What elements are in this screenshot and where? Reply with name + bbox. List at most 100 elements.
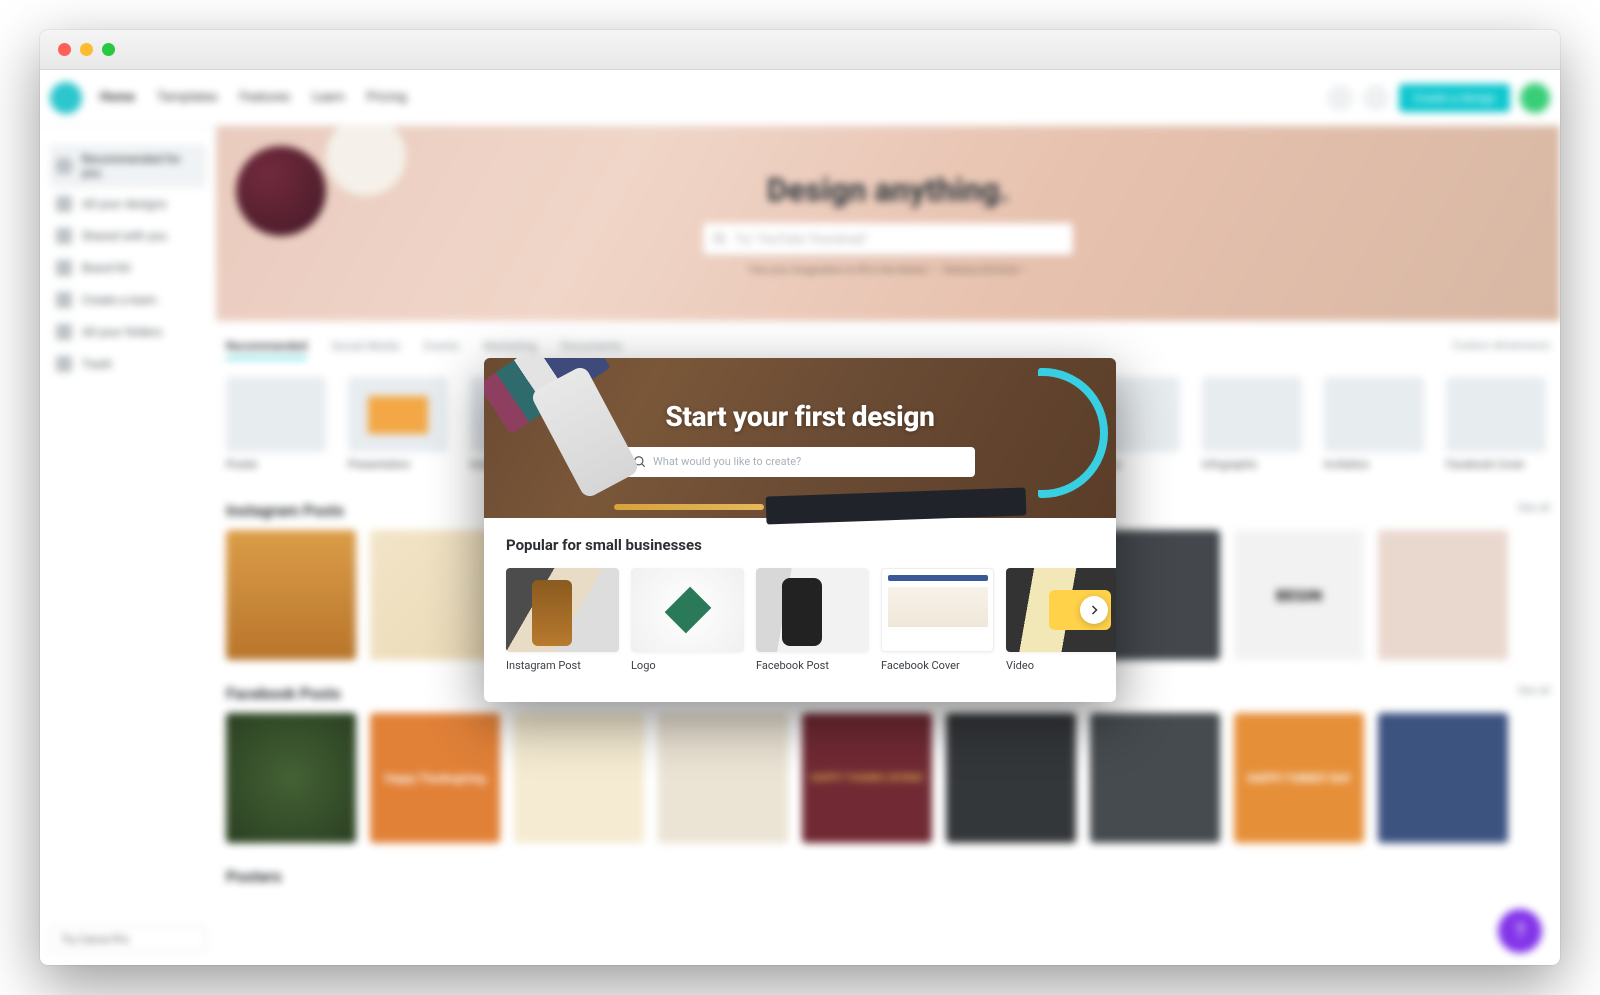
- see-all-link[interactable]: See all: [1518, 684, 1550, 703]
- sidebar-item-shared[interactable]: Shared with you: [50, 220, 206, 252]
- popular-card-logo[interactable]: Logo: [631, 568, 744, 672]
- nav-right: Create a design: [1327, 83, 1550, 113]
- nav-pricing[interactable]: Pricing: [367, 90, 407, 105]
- first-design-modal: Start your first design Popular for smal…: [484, 358, 1116, 702]
- sidebar-item-all-designs[interactable]: All your designs: [50, 188, 206, 220]
- custom-dimensions-link[interactable]: Custom dimensions: [1452, 339, 1550, 359]
- app-viewport: Home Templates Features Learn Pricing Cr…: [40, 70, 1560, 965]
- modal-hero: Start your first design: [484, 358, 1116, 518]
- tab-social-media[interactable]: Social Media: [331, 339, 400, 359]
- grid-icon: [56, 196, 72, 212]
- decor-pencil: [614, 504, 764, 510]
- template-card[interactable]: [946, 713, 1076, 843]
- template-card[interactable]: [1378, 713, 1508, 843]
- decor-phone: [529, 364, 640, 499]
- thumbnail-image: [348, 377, 448, 452]
- tab-events[interactable]: Events: [424, 339, 460, 359]
- modal-search[interactable]: [625, 447, 975, 477]
- template-card[interactable]: [514, 713, 644, 843]
- create-design-button[interactable]: Create a design: [1399, 84, 1510, 112]
- popular-card-facebook-cover[interactable]: Facebook Cover: [881, 568, 994, 672]
- thumbnail-image: [881, 568, 994, 652]
- template-card[interactable]: [226, 713, 356, 843]
- nav-templates[interactable]: Templates: [157, 90, 218, 105]
- nav-learn[interactable]: Learn: [312, 90, 345, 105]
- modal-title: Start your first design: [665, 400, 934, 433]
- cat-card-facebook-cover[interactable]: Facebook Cover: [1446, 377, 1546, 471]
- sidebar-item-create-team[interactable]: Create a team: [50, 284, 206, 316]
- close-window-button[interactable]: [58, 43, 71, 56]
- cat-card-presentation[interactable]: Presentation: [348, 377, 448, 471]
- cat-card-poster[interactable]: Poster: [226, 377, 326, 471]
- notification-icon[interactable]: [1327, 85, 1353, 111]
- help-button[interactable]: ?: [1498, 909, 1542, 953]
- tab-marketing[interactable]: Marketing: [483, 339, 537, 359]
- nav-home[interactable]: Home: [100, 90, 135, 105]
- card-label: Facebook Post: [756, 659, 869, 672]
- popular-card-facebook-post[interactable]: Facebook Post: [756, 568, 869, 672]
- tab-documents[interactable]: Documents: [561, 339, 622, 359]
- sidebar-item-folders[interactable]: All your folders: [50, 316, 206, 348]
- modal-search-input[interactable]: [653, 455, 967, 468]
- popular-card-instagram-post[interactable]: Instagram Post: [506, 568, 619, 672]
- hero-title: Design anything.: [767, 171, 1009, 209]
- template-card[interactable]: [226, 530, 356, 660]
- cat-card-infographic[interactable]: Infographic: [1202, 377, 1302, 471]
- card-label: Instagram Post: [506, 659, 619, 672]
- card-label: Facebook Cover: [881, 659, 994, 672]
- maximize-window-button[interactable]: [102, 43, 115, 56]
- sidebar-item-label: All your designs: [82, 197, 167, 211]
- card-label: Video: [1006, 659, 1116, 672]
- sidebar-item-trash[interactable]: Trash: [50, 348, 206, 380]
- template-card[interactable]: BEGIN: [1234, 530, 1364, 660]
- modal-subtitle: Popular for small businesses: [506, 536, 1094, 554]
- hero-banner: Design anything. Try "YouTube Thumbnail"…: [216, 126, 1560, 321]
- settings-gear-icon[interactable]: [1363, 85, 1389, 111]
- decor-cable: [1038, 368, 1108, 498]
- modal-body: Popular for small businesses Instagram P…: [484, 518, 1116, 702]
- template-card[interactable]: [370, 530, 500, 660]
- cat-label: Infographic: [1202, 458, 1302, 471]
- thumbnail-image: [631, 568, 744, 652]
- card-label: Logo: [631, 659, 744, 672]
- cat-label: Poster: [226, 458, 326, 471]
- carousel-next-button[interactable]: [1080, 596, 1108, 624]
- sidebar-item-label: Create a team: [82, 293, 157, 307]
- template-card[interactable]: [1378, 530, 1508, 660]
- thumbnail-image: [1446, 377, 1546, 452]
- sidebar-item-label: Recommended for you: [82, 152, 200, 180]
- sidebar-item-label: Shared with you: [82, 229, 167, 243]
- sidebar-item-label: Trash: [82, 357, 112, 371]
- template-card[interactable]: HAPPY TURKEY DAY: [1234, 713, 1364, 843]
- cat-label: Facebook Cover: [1446, 458, 1546, 471]
- hero-search[interactable]: Try "YouTube Thumbnail": [703, 223, 1073, 255]
- section-posters-title: Posters: [216, 843, 1560, 896]
- thumbnail-image: [1324, 377, 1424, 452]
- user-avatar[interactable]: [1520, 83, 1550, 113]
- see-all-link[interactable]: See all: [1518, 501, 1550, 520]
- section-title-text: Instagram Posts: [226, 501, 344, 520]
- sidebar: Recommended for you All your designs Sha…: [40, 126, 216, 965]
- cat-card-invitation[interactable]: Invitation: [1324, 377, 1424, 471]
- template-card[interactable]: Happy Thanksgiving: [370, 713, 500, 843]
- sidebar-item-label: Brand Kit: [82, 261, 131, 275]
- try-pro-button[interactable]: Try Canva Pro: [50, 926, 206, 953]
- minimize-window-button[interactable]: [80, 43, 93, 56]
- template-card[interactable]: [658, 713, 788, 843]
- template-card[interactable]: [1090, 713, 1220, 843]
- nav-features[interactable]: Features: [240, 90, 290, 105]
- nav-links: Home Templates Features Learn Pricing: [100, 90, 407, 105]
- facebook-row: Happy Thanksgiving HAPPY THANKS GIVING! …: [216, 713, 1560, 843]
- tab-recommended[interactable]: Recommended: [226, 339, 307, 359]
- people-icon: [56, 228, 72, 244]
- trash-icon: [56, 356, 72, 372]
- sidebar-item-label: All your folders: [82, 325, 162, 339]
- sidebar-item-brand-kit[interactable]: Brand Kit: [50, 252, 206, 284]
- section-title-text: Posters: [226, 867, 282, 886]
- modal-popular-row: Instagram Post Logo Facebook Post F: [506, 568, 1094, 672]
- brand-logo[interactable]: [50, 82, 82, 114]
- template-card[interactable]: HAPPY THANKS GIVING!: [802, 713, 932, 843]
- hero-subtitle: "Use your imagination to fill in the bla…: [747, 265, 1029, 276]
- browser-window: Home Templates Features Learn Pricing Cr…: [40, 30, 1560, 965]
- sidebar-item-recommended[interactable]: Recommended for you: [50, 144, 206, 188]
